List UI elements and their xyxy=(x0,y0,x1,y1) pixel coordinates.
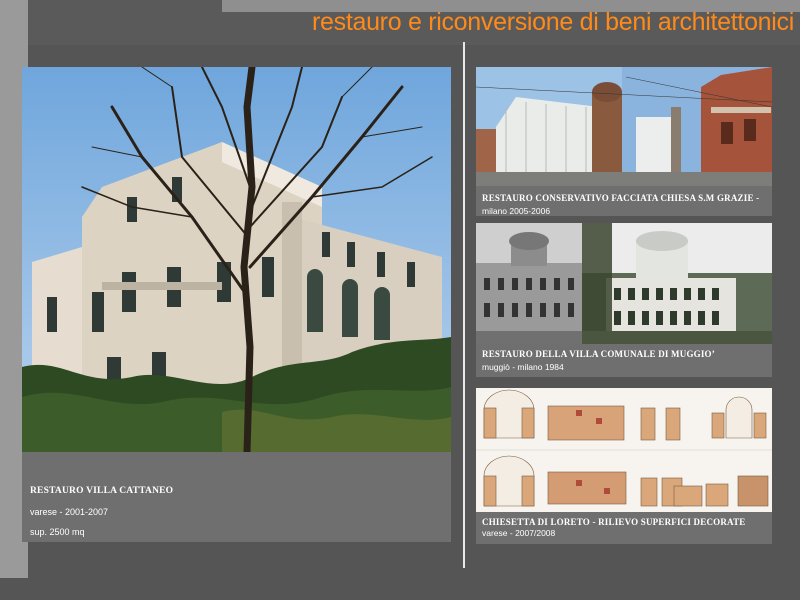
chiesetta-loreto-drawings xyxy=(476,388,772,512)
project-title: CHIESETTA DI LORETO - RILIEVO SUPERFICI … xyxy=(482,517,746,527)
chiesetta-loreto-caption: CHIESETTA DI LORETO - RILIEVO SUPERFICI … xyxy=(482,517,745,538)
page-title: restauro e riconversione di beni archite… xyxy=(312,8,794,36)
project-title: RESTAURO CONSERVATIVO FACCIATA CHIESA S.… xyxy=(482,193,760,203)
project-subtitle: milano 2005-2006 xyxy=(482,206,551,216)
main-project-area: sup. 2500 mq xyxy=(30,527,85,537)
villa-muggio-photo xyxy=(476,223,772,344)
project-card-sm-grazie: RESTAURO CONSERVATIVO FACCIATA CHIESA S.… xyxy=(476,67,772,216)
main-project-title: RESTAURO VILLA CATTANEO xyxy=(30,486,174,496)
project-card-chiesetta-loreto: CHIESETTA DI LORETO - RILIEVO SUPERFICI … xyxy=(476,388,772,544)
villa-muggio-caption: RESTAURO DELLA VILLA COMUNALE DI MUGGIO’… xyxy=(482,349,715,372)
column-divider xyxy=(463,42,465,568)
project-title: RESTAURO DELLA VILLA COMUNALE DI MUGGIO’ xyxy=(482,349,715,359)
sm-grazie-photo xyxy=(476,67,772,186)
villa-cattaneo-caption: RESTAURO VILLA CATTANEO varese - 2001-20… xyxy=(22,452,451,542)
project-card-villa-muggio: RESTAURO DELLA VILLA COMUNALE DI MUGGIO’… xyxy=(476,223,772,377)
project-subtitle: varese - 2007/2008 xyxy=(482,528,556,538)
project-subtitle: muggiò - milano 1984 xyxy=(482,362,564,372)
villa-cattaneo-photo xyxy=(22,67,451,452)
sm-grazie-caption: RESTAURO CONSERVATIVO FACCIATA CHIESA S.… xyxy=(482,193,759,216)
main-project-location-years: varese - 2001-2007 xyxy=(30,507,109,517)
